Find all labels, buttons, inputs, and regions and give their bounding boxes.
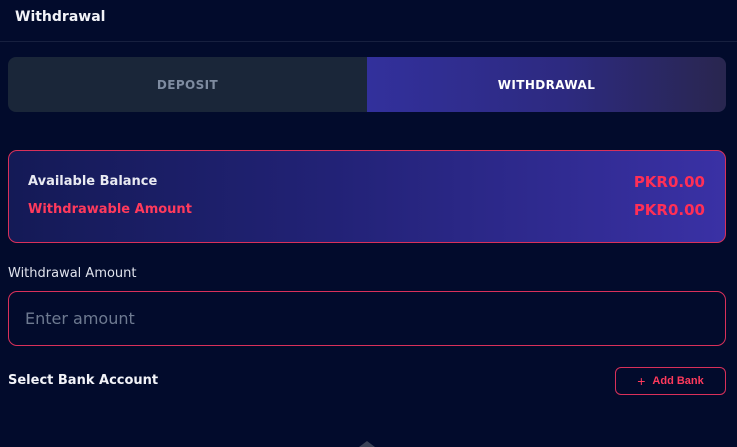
withdrawal-amount-field: [8, 291, 726, 346]
available-balance-value: PKR0.00: [633, 173, 705, 191]
plus-icon: +: [637, 373, 646, 389]
withdrawal-amount-label: Withdrawal Amount: [8, 266, 137, 281]
withdrawable-amount-label: Withdrawable Amount: [28, 202, 192, 217]
page-title: Withdrawal: [15, 9, 106, 25]
available-balance-label: Available Balance: [28, 174, 158, 189]
withdrawal-amount-input[interactable]: [25, 292, 705, 345]
scroll-up-indicator-icon: [359, 441, 375, 447]
select-bank-account-label: Select Bank Account: [8, 373, 159, 388]
tab-deposit[interactable]: DEPOSIT: [8, 57, 367, 112]
deposit-withdrawal-tabs: DEPOSIT WITHDRAWAL: [8, 57, 726, 112]
withdrawable-amount-value: PKR0.00: [633, 201, 705, 219]
withdrawal-page: Withdrawal DEPOSIT WITHDRAWAL Available …: [0, 0, 737, 447]
add-bank-label: Add Bank: [652, 375, 704, 387]
balance-card: Available Balance PKR0.00 Withdrawable A…: [8, 150, 726, 243]
add-bank-button[interactable]: + Add Bank: [615, 367, 726, 395]
page-header: Withdrawal: [0, 0, 737, 42]
tab-withdrawal[interactable]: WITHDRAWAL: [367, 57, 726, 112]
